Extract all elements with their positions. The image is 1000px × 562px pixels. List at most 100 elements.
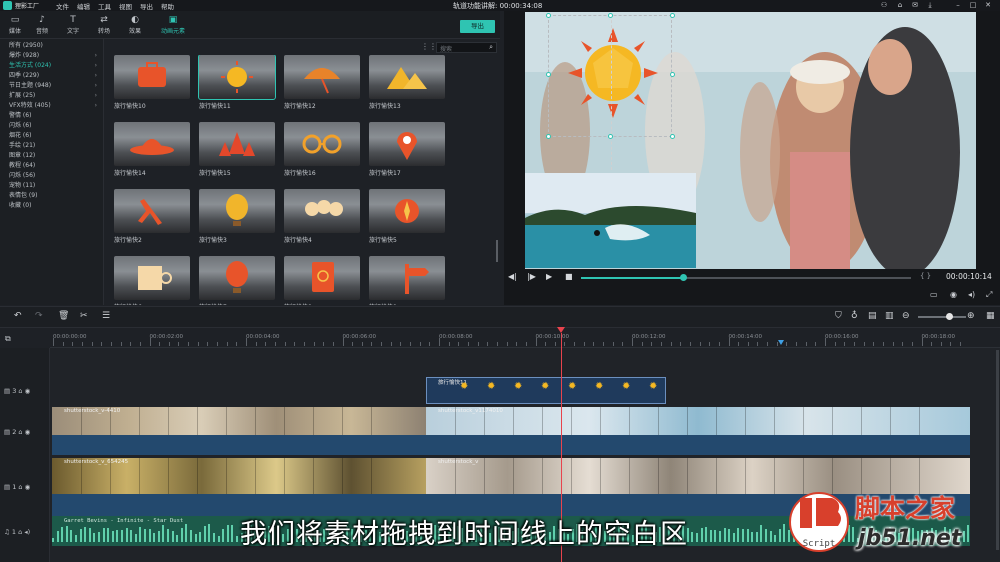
search-input[interactable]: 搜索 ⌕ <box>436 42 497 53</box>
selection-box[interactable] <box>548 15 672 137</box>
subtitle-icon[interactable]: ▤ <box>868 311 877 321</box>
element-thumbnail[interactable] <box>198 55 276 100</box>
cut-icon[interactable]: ✂ <box>80 311 88 321</box>
video-clip-v2-b[interactable] <box>426 407 970 435</box>
element-thumbnail[interactable] <box>199 189 275 233</box>
category-item[interactable]: 四季 (229) › <box>9 71 101 80</box>
resize-handle[interactable] <box>670 72 675 77</box>
element-thumbnail[interactable] <box>114 122 190 166</box>
category-item[interactable]: 生活方式 (024) › <box>9 61 101 70</box>
grid-scrollbar[interactable] <box>496 240 498 262</box>
redo-icon[interactable]: ↷ <box>35 311 43 321</box>
category-item[interactable]: 闪烁 (6) <box>9 121 101 130</box>
grid-view-icon[interactable]: ⋮⋮ <box>421 42 437 51</box>
zoom-slider-knob[interactable] <box>946 313 953 320</box>
visibility-icon[interactable]: ◉ <box>23 387 31 395</box>
close-icon[interactable]: ✕ <box>984 1 992 9</box>
picture-in-picture-clip[interactable] <box>525 173 696 268</box>
snapshot-icon[interactable]: ◉ <box>950 290 957 299</box>
category-item[interactable]: 节日主题 (948) › <box>9 81 101 90</box>
marker-icon[interactable] <box>778 340 784 345</box>
tab-elements[interactable]: ▣ 动画元素 <box>157 11 189 39</box>
track-header-video[interactable]: ▤ 1 ⌂ ◉ <box>4 483 30 491</box>
visibility-icon[interactable]: ◉ <box>23 483 31 491</box>
display-icon[interactable]: ▭ <box>930 290 938 299</box>
search-icon[interactable]: ⌕ <box>489 43 493 52</box>
menu-edit[interactable]: 编辑 <box>77 1 90 11</box>
export-button[interactable]: 导出 <box>460 20 495 33</box>
track-header-video[interactable]: ▤ 2 ⌂ ◉ <box>4 428 30 436</box>
zoom-out-icon[interactable]: ⊖ <box>902 311 910 321</box>
element-thumbnail[interactable] <box>284 122 360 166</box>
category-item[interactable]: 警情 (6) <box>9 111 101 120</box>
fullscreen-icon[interactable]: ⤢ <box>986 290 992 300</box>
menu-export[interactable]: 导出 <box>140 1 153 11</box>
category-item[interactable]: 爆炸 (928) › <box>9 51 101 60</box>
zoom-slider[interactable] <box>918 316 966 318</box>
element-thumbnail[interactable] <box>284 55 360 99</box>
element-thumbnail[interactable] <box>199 122 275 166</box>
category-item[interactable]: 手绘 (21) <box>9 141 101 150</box>
element-thumbnail[interactable] <box>284 189 360 233</box>
element-thumbnail[interactable] <box>369 256 445 300</box>
resize-handle[interactable] <box>670 134 675 139</box>
tab-effects[interactable]: ◐ 效果 <box>120 11 150 39</box>
resize-handle[interactable] <box>670 13 675 18</box>
category-item[interactable]: 所有 (2950) <box>9 41 101 50</box>
adjust-icon[interactable]: ☰ <box>102 311 110 321</box>
tab-media[interactable]: ▭ 媒体 <box>0 11 30 39</box>
resize-handle[interactable] <box>546 134 551 139</box>
mail-icon[interactable]: ✉ <box>911 1 919 9</box>
resize-handle[interactable] <box>546 72 551 77</box>
tab-text[interactable]: T 文字 <box>58 11 88 39</box>
element-thumbnail[interactable] <box>369 55 445 99</box>
mute-icon[interactable]: ◂) <box>22 528 30 536</box>
category-item[interactable]: VFX特效 (405) › <box>9 101 101 110</box>
mark-in-out-icon[interactable]: { } <box>920 272 931 280</box>
menu-help[interactable]: 帮助 <box>161 1 174 11</box>
category-item[interactable]: 图章 (12) <box>9 151 101 160</box>
element-thumbnail[interactable] <box>284 256 360 300</box>
category-item[interactable]: 宠物 (11) <box>9 181 101 190</box>
resize-handle[interactable] <box>546 13 551 18</box>
menu-view[interactable]: 视图 <box>119 1 132 11</box>
undo-icon[interactable]: ↶ <box>14 311 22 321</box>
shield-icon[interactable]: ⛉ <box>835 311 842 321</box>
resize-handle[interactable] <box>608 13 613 18</box>
volume-icon[interactable]: ◂) <box>968 290 975 299</box>
visibility-icon[interactable]: ◉ <box>23 428 31 436</box>
element-thumbnail[interactable] <box>114 55 190 99</box>
maximize-icon[interactable]: □ <box>969 1 977 9</box>
zoom-in-icon[interactable]: ⊕ <box>967 311 975 321</box>
minimize-icon[interactable]: – <box>954 1 962 9</box>
track-header-audio[interactable]: ♫ 1 ⌂ ◂) <box>4 528 30 536</box>
timeline-settings-icon[interactable]: ▦ <box>986 311 995 321</box>
category-item[interactable]: 烟花 (6) <box>9 131 101 140</box>
element-thumbnail[interactable] <box>369 189 445 233</box>
microphone-icon[interactable]: ♁ <box>851 311 858 321</box>
add-track-icon[interactable]: ⧉ <box>5 334 11 344</box>
element-thumbnail[interactable] <box>114 256 190 300</box>
play-icon[interactable]: ▶ <box>546 272 552 281</box>
download-icon[interactable]: ⤓ <box>926 1 934 9</box>
menu-tools[interactable]: 工具 <box>98 1 111 11</box>
category-item[interactable]: 教程 (64) <box>9 161 101 170</box>
account-icon[interactable]: ⚇ <box>880 1 888 9</box>
timeline-vertical-scrollbar[interactable] <box>996 350 999 550</box>
element-thumbnail[interactable] <box>199 256 275 300</box>
menu-file[interactable]: 文件 <box>56 1 69 11</box>
element-thumbnail[interactable] <box>369 122 445 166</box>
cart-icon[interactable]: ⌂ <box>896 1 904 9</box>
category-item[interactable]: 收藏 (0) <box>9 201 101 210</box>
element-thumbnail[interactable] <box>114 189 190 233</box>
screen-record-icon[interactable]: ▥ <box>885 311 894 321</box>
stop-icon[interactable]: ■ <box>565 272 573 281</box>
category-item[interactable]: 表情包 (9) <box>9 191 101 200</box>
tab-transition[interactable]: ⇄ 转场 <box>89 11 119 39</box>
tab-audio[interactable]: ♪ 音频 <box>27 11 57 39</box>
category-item[interactable]: 闪烁 (56) <box>9 171 101 180</box>
delete-icon[interactable]: 🗑 <box>58 311 69 321</box>
category-item[interactable]: 扩展 (25) › <box>9 91 101 100</box>
step-forward-icon[interactable]: |▶ <box>527 272 536 281</box>
step-back-icon[interactable]: ◀| <box>508 272 517 281</box>
